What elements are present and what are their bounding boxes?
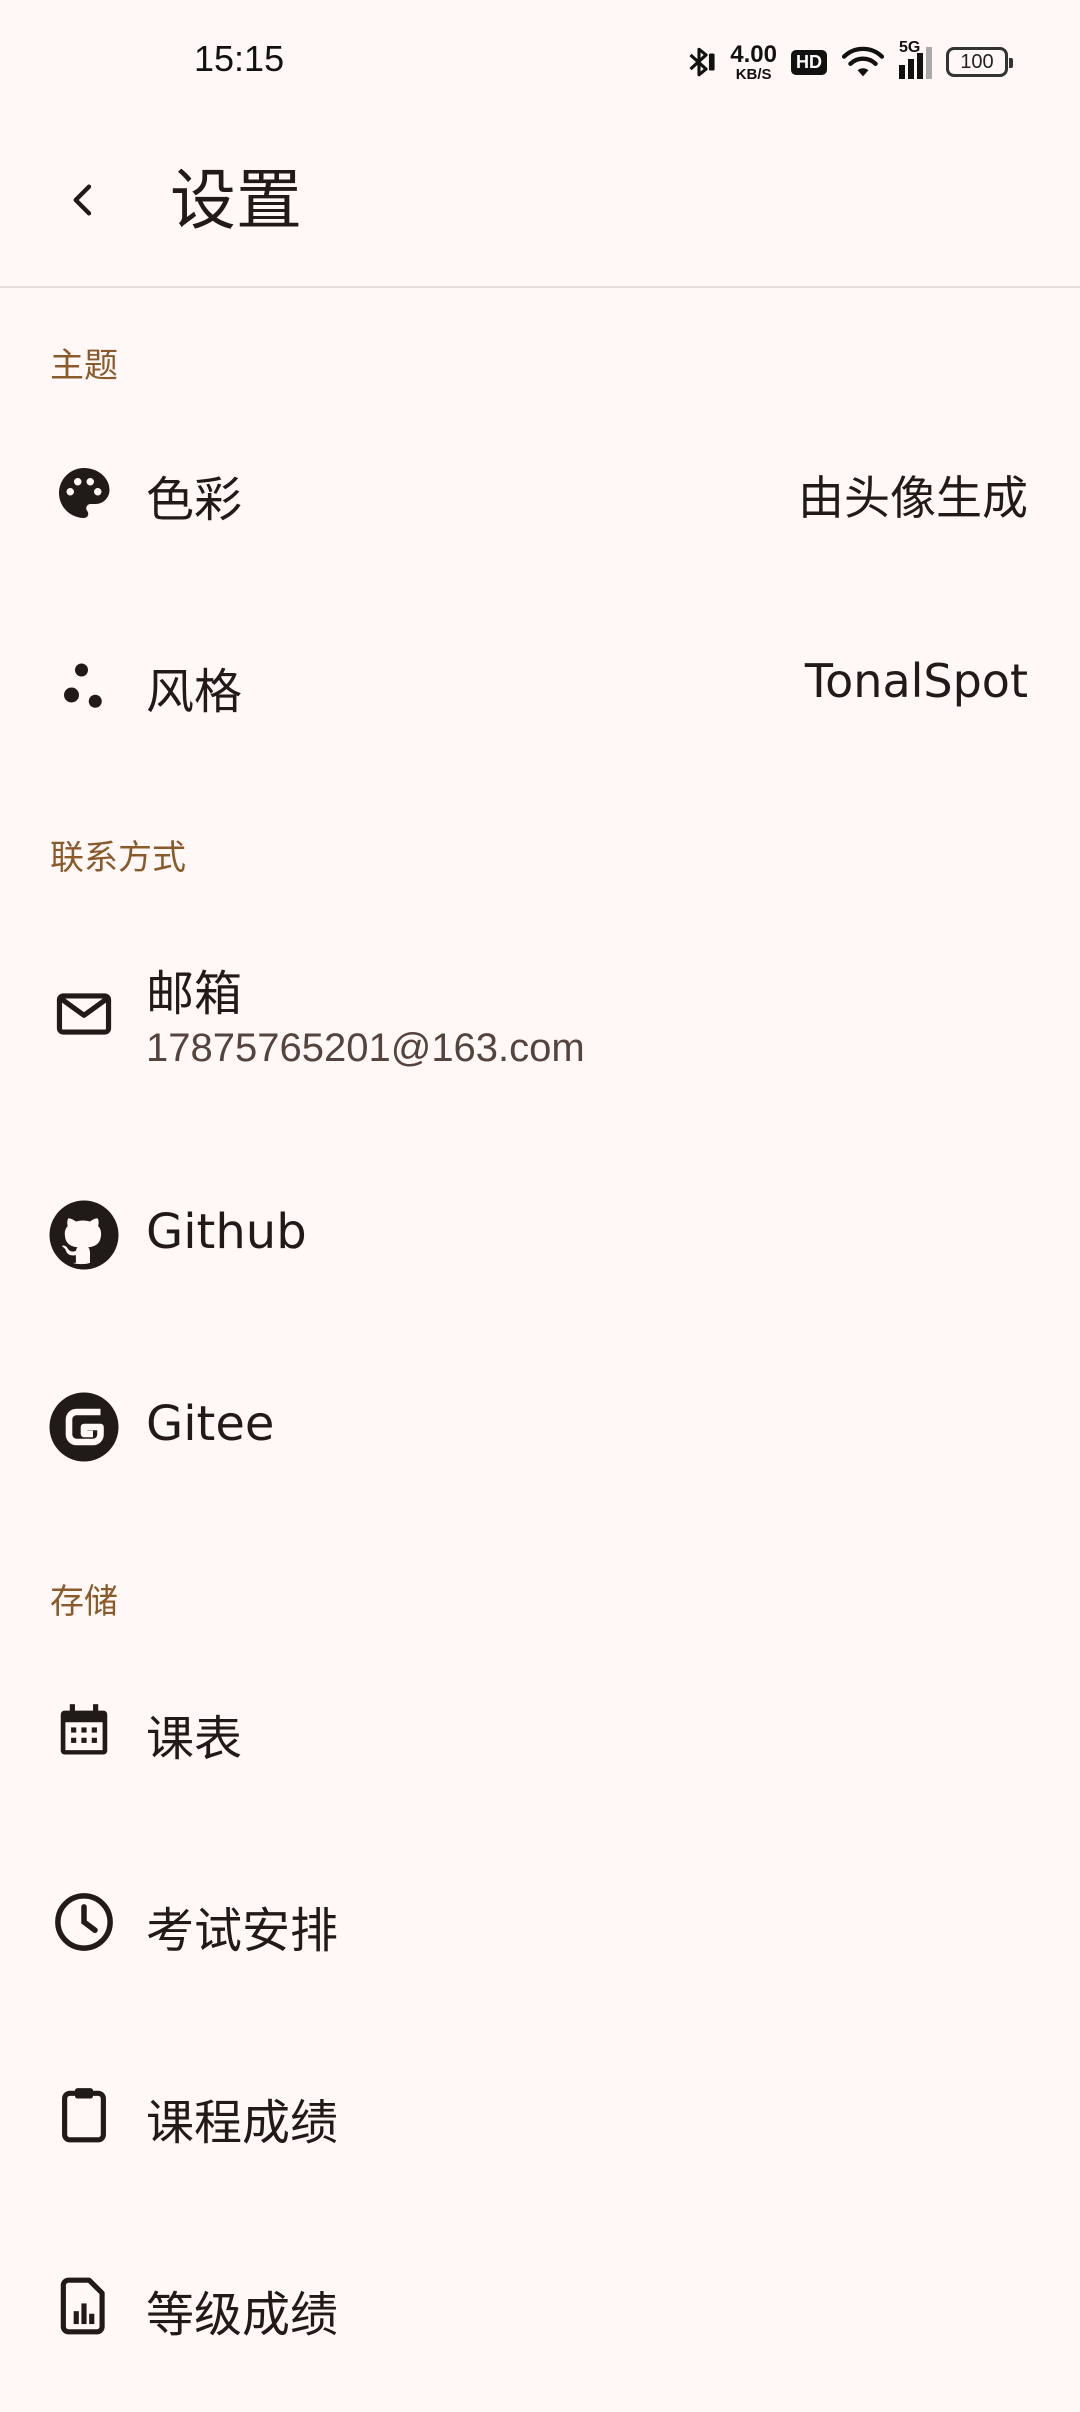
- setting-value-style: TonalSpot: [804, 654, 1028, 708]
- battery-icon: 100: [946, 47, 1013, 77]
- setting-row-course-grades[interactable]: 课程成绩: [0, 2039, 1080, 2189]
- github-icon: [48, 1199, 120, 1271]
- setting-row-gitee[interactable]: Gitee: [0, 1352, 1080, 1502]
- clipboard-icon: [48, 2078, 120, 2150]
- setting-row-style[interactable]: 风格 TonalSpot: [0, 610, 1080, 760]
- section-header-theme: 主题: [50, 346, 118, 386]
- setting-label-level-grades: 等级成绩: [146, 2287, 339, 2343]
- arrow-back-icon: [64, 180, 104, 220]
- net-speed: 4.00 KB/S: [730, 40, 777, 83]
- setting-label-timetable: 课表: [146, 1711, 243, 1767]
- setting-label-github: Github: [146, 1204, 307, 1260]
- status-time: 15:15: [194, 38, 285, 79]
- bubbles-icon: [48, 649, 120, 721]
- setting-label-gitee: Gitee: [146, 1396, 275, 1452]
- setting-row-level-grades[interactable]: 等级成绩: [0, 2231, 1080, 2381]
- setting-label-style: 风格: [146, 664, 243, 720]
- section-header-contact: 联系方式: [50, 838, 186, 878]
- setting-row-color[interactable]: 色彩 由头像生成: [0, 418, 1080, 568]
- hd-badge: HD: [791, 49, 827, 75]
- back-button[interactable]: [42, 158, 126, 242]
- setting-row-email[interactable]: 邮箱 17875765201@163.com: [0, 930, 1080, 1100]
- setting-label-course-grades: 课程成绩: [146, 2095, 339, 2151]
- setting-value-color: 由头像生成: [798, 471, 1028, 525]
- page-title: 设置: [170, 162, 302, 239]
- status-icons: 4.00 KB/S HD 5G 100: [682, 39, 1013, 84]
- bluetooth-icon: [682, 42, 716, 82]
- clock-icon: [48, 1886, 120, 1958]
- report-icon: [48, 2270, 120, 2342]
- section-header-storage: 存储: [50, 1582, 118, 1622]
- top-app-bar: 设置: [0, 120, 1080, 288]
- gitee-icon: [48, 1391, 120, 1463]
- palette-icon: [48, 457, 120, 529]
- setting-row-exams[interactable]: 考试安排: [0, 1847, 1080, 1997]
- setting-row-github[interactable]: Github: [0, 1160, 1080, 1310]
- setting-label-exams: 考试安排: [146, 1903, 339, 1959]
- setting-label-color: 色彩: [146, 472, 243, 528]
- mail-icon: [48, 978, 120, 1050]
- setting-row-timetable[interactable]: 课表: [0, 1655, 1080, 1805]
- status-bar: 15:15 4.00 KB/S HD 5G 100: [0, 0, 1080, 120]
- setting-value-email: 17875765201@163.com: [146, 1026, 585, 1070]
- setting-label-email: 邮箱: [146, 966, 243, 1022]
- wifi-icon: [841, 44, 885, 80]
- signal-icon: 5G: [899, 39, 932, 79]
- calendar-icon: [48, 1694, 120, 1766]
